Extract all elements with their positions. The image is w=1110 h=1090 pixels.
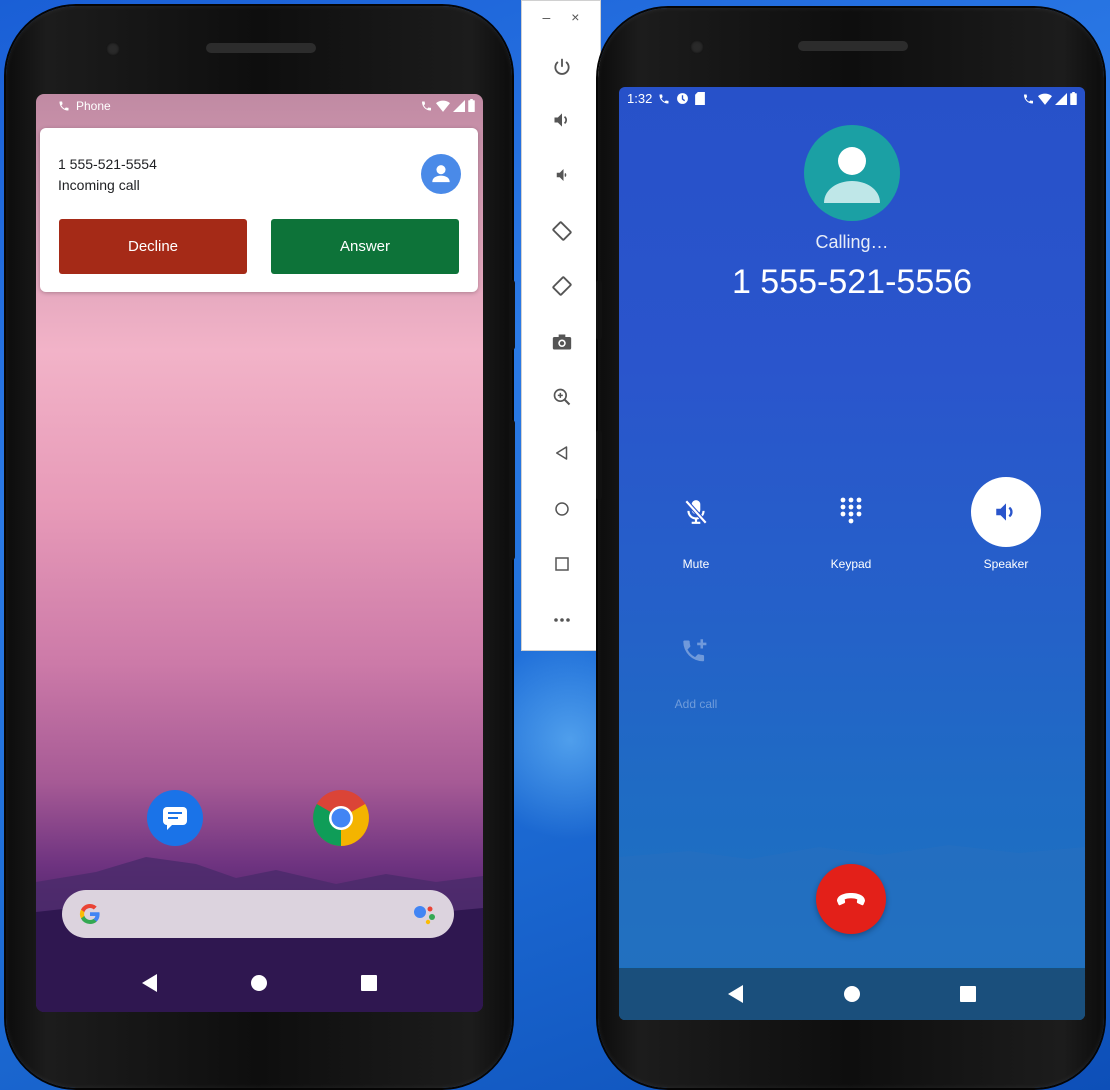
mic-off-icon — [684, 499, 708, 525]
sd-card-icon — [695, 92, 706, 105]
volume-down-icon — [556, 169, 567, 181]
back-icon — [556, 446, 568, 460]
assistant-icon[interactable] — [412, 903, 438, 925]
decline-button[interactable]: Decline — [59, 219, 247, 274]
volume-up-button[interactable] — [546, 104, 578, 136]
left-phone-screen: Phone 1 555-521-5554 Incoming call Decli… — [36, 94, 483, 1012]
mute-label: Mute — [682, 557, 710, 571]
earpiece-speaker — [798, 41, 908, 51]
right-phone-screen: 1:32 Calling… 1 555-521-5556 Mute Keypad… — [619, 87, 1085, 1020]
rotate-right-button[interactable] — [546, 270, 578, 302]
recents-icon[interactable] — [360, 975, 377, 991]
mute-control[interactable]: Mute — [646, 477, 746, 571]
status-bar: Phone — [36, 94, 483, 118]
minimize-button[interactable]: – — [543, 9, 551, 25]
answer-button[interactable]: Answer — [271, 219, 459, 274]
power-button[interactable] — [546, 51, 578, 83]
toolbar-back-button[interactable] — [546, 437, 578, 469]
volume-up-icon — [554, 113, 567, 127]
end-call-icon — [837, 893, 865, 906]
data-saver-icon — [677, 93, 689, 104]
incoming-call-notification[interactable]: 1 555-521-5554 Incoming call Decline Ans… — [40, 128, 478, 292]
call-active-icon — [422, 101, 431, 110]
toolbar-overview-button[interactable] — [546, 548, 578, 580]
status-right-icons — [1022, 92, 1077, 105]
phone-call-icon — [59, 101, 69, 111]
person-icon — [432, 165, 450, 183]
message-bubble-icon — [163, 807, 187, 830]
rotate-left-icon — [552, 221, 572, 241]
more-icon — [554, 618, 570, 622]
mute-button[interactable] — [661, 477, 731, 547]
keypad-button[interactable] — [816, 477, 886, 547]
volume-down-button[interactable] — [546, 159, 578, 191]
call-status-label: Calling… — [815, 232, 889, 252]
contact-avatar — [804, 125, 900, 221]
power-icon — [554, 58, 570, 75]
speaker-label: Speaker — [983, 557, 1029, 571]
google-g-icon — [79, 903, 100, 925]
signal-icon — [1055, 92, 1067, 105]
overview-icon — [555, 557, 569, 571]
chrome-logo-icon — [313, 790, 369, 846]
chrome-app-icon[interactable] — [313, 790, 369, 846]
left-phone-power-key — [509, 280, 515, 350]
status-app-label: Phone — [76, 99, 111, 113]
zoom-button[interactable] — [546, 381, 578, 413]
home-icon[interactable] — [843, 985, 861, 1003]
back-icon[interactable] — [142, 974, 158, 992]
status-time: 1:32 — [627, 91, 653, 106]
back-icon[interactable] — [728, 985, 744, 1003]
close-button[interactable]: × — [571, 9, 579, 25]
signal-icon — [453, 99, 465, 112]
end-call-button[interactable] — [816, 864, 886, 934]
call-status-text: Incoming call — [58, 177, 140, 193]
toolbar-home-button[interactable] — [546, 493, 578, 525]
add-call-button[interactable] — [661, 617, 731, 687]
right-phone-volume-key — [596, 430, 602, 500]
rotate-left-button[interactable] — [546, 215, 578, 247]
add-call-label: Add call — [674, 697, 718, 711]
call-active-icon — [1024, 94, 1033, 103]
phone-call-icon — [659, 94, 669, 103]
status-bar: 1:32 — [627, 91, 706, 106]
rotate-right-icon — [552, 276, 572, 296]
left-phone-volume-keys — [509, 420, 515, 560]
front-camera — [106, 42, 120, 56]
more-button[interactable] — [546, 604, 578, 636]
battery-icon — [468, 99, 475, 112]
speaker-icon — [996, 503, 1013, 521]
add-call-control[interactable]: Add call — [646, 617, 746, 711]
recents-icon[interactable] — [959, 986, 976, 1002]
person-icon — [824, 147, 880, 203]
navigation-bar — [619, 968, 1085, 1020]
speaker-button[interactable] — [971, 477, 1041, 547]
home-icon[interactable] — [250, 974, 268, 992]
battery-icon — [1070, 92, 1077, 105]
home-icon — [555, 502, 569, 516]
screenshot-button[interactable] — [546, 326, 578, 358]
right-phone-power-key — [596, 280, 602, 340]
keypad-label: Keypad — [830, 557, 872, 571]
screenshot-icon — [552, 334, 572, 350]
earpiece-speaker — [206, 43, 316, 53]
front-camera — [690, 40, 704, 54]
caller-number: 1 555-521-5554 — [58, 156, 157, 172]
wifi-icon — [1038, 93, 1052, 105]
messages-app-icon[interactable] — [147, 790, 203, 846]
navigation-bar — [36, 954, 483, 1012]
emulator-toolbar: – × — [521, 0, 601, 651]
keypad-control[interactable]: Keypad — [801, 477, 901, 571]
google-search-bar[interactable] — [62, 890, 454, 938]
speaker-control[interactable]: Speaker — [956, 477, 1056, 571]
caller-avatar — [421, 154, 461, 194]
dialpad-icon — [840, 497, 862, 524]
zoom-icon — [553, 388, 571, 406]
call-number: 1 555-521-5556 — [731, 263, 973, 301]
add-call-icon — [683, 639, 707, 662]
wifi-icon — [436, 100, 450, 112]
